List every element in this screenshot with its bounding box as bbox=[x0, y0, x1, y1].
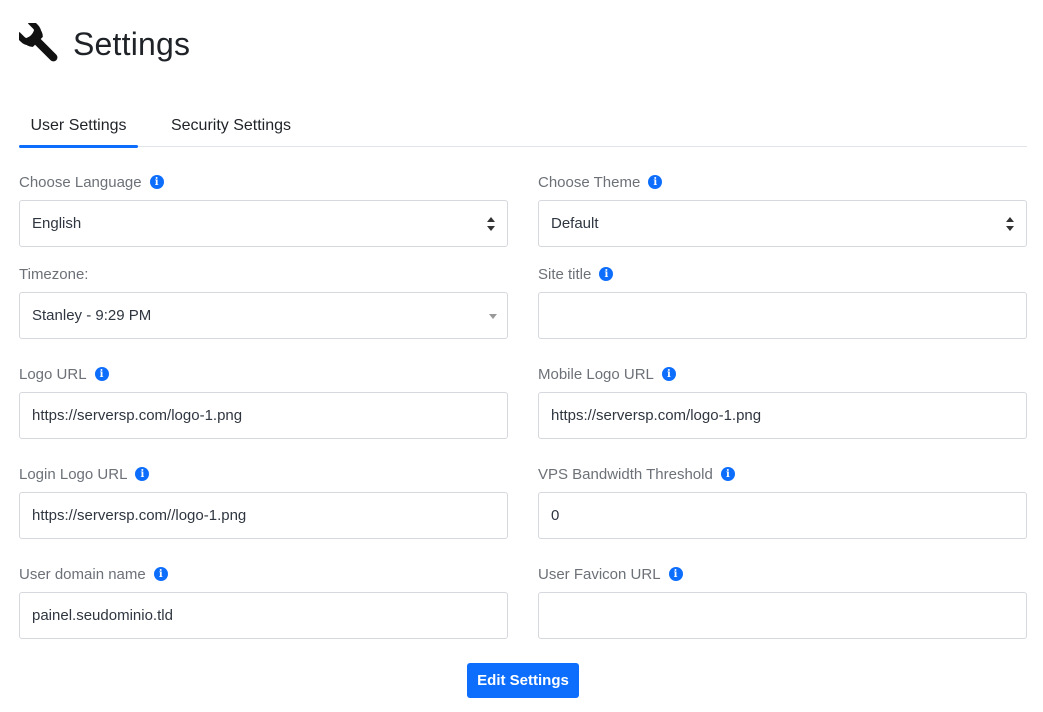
settings-tabs: User Settings Security Settings bbox=[19, 104, 1027, 148]
info-icon[interactable]: i bbox=[599, 267, 614, 281]
timezone-value: Stanley - 9:29 PM bbox=[32, 307, 152, 324]
language-value: English bbox=[32, 215, 82, 232]
logo-url-field: Logo URL i bbox=[19, 364, 508, 439]
login-logo-url-input[interactable] bbox=[19, 492, 508, 539]
info-icon[interactable]: i bbox=[149, 175, 164, 189]
mobile-logo-url-label: Mobile Logo URL bbox=[538, 365, 654, 383]
tab-security-settings[interactable]: Security Settings bbox=[158, 104, 304, 147]
theme-value: Default bbox=[551, 215, 599, 232]
site-title-input[interactable] bbox=[538, 292, 1027, 339]
theme-field: Choose Theme i Default bbox=[538, 172, 1027, 247]
select-arrows-icon bbox=[1006, 217, 1014, 231]
user-favicon-url-input[interactable] bbox=[538, 592, 1027, 639]
page-header: Settings bbox=[19, 23, 190, 65]
login-logo-url-field: Login Logo URL i bbox=[19, 464, 508, 539]
tab-user-settings[interactable]: User Settings bbox=[19, 104, 138, 148]
login-logo-url-label: Login Logo URL bbox=[19, 465, 128, 483]
edit-settings-button[interactable]: Edit Settings bbox=[467, 663, 579, 698]
chevron-down-icon bbox=[489, 314, 497, 319]
user-domain-name-field: User domain name i bbox=[19, 564, 508, 639]
info-icon[interactable]: i bbox=[661, 367, 676, 381]
info-icon[interactable]: i bbox=[648, 175, 663, 189]
vps-bandwidth-threshold-label: VPS Bandwidth Threshold bbox=[538, 465, 713, 483]
info-icon[interactable]: i bbox=[135, 467, 150, 481]
theme-label: Choose Theme bbox=[538, 173, 641, 191]
user-favicon-url-field: User Favicon URL i bbox=[538, 564, 1027, 639]
mobile-logo-url-input[interactable] bbox=[538, 392, 1027, 439]
vps-bandwidth-threshold-input[interactable] bbox=[538, 492, 1027, 539]
site-title-label: Site title bbox=[538, 265, 592, 283]
wrench-icon bbox=[19, 23, 58, 62]
page-title: Settings bbox=[73, 25, 191, 62]
language-field: Choose Language i English bbox=[19, 172, 508, 247]
select-arrows-icon bbox=[487, 217, 495, 231]
timezone-select[interactable]: Stanley - 9:29 PM bbox=[19, 292, 508, 339]
timezone-label: Timezone: bbox=[19, 265, 89, 283]
user-domain-name-label: User domain name bbox=[19, 565, 146, 583]
user-domain-name-input[interactable] bbox=[19, 592, 508, 639]
info-icon[interactable]: i bbox=[94, 367, 109, 381]
language-select[interactable]: English bbox=[19, 200, 508, 247]
info-icon[interactable]: i bbox=[668, 567, 683, 581]
theme-select[interactable]: Default bbox=[538, 200, 1027, 247]
language-label: Choose Language bbox=[19, 173, 142, 191]
vps-bandwidth-threshold-field: VPS Bandwidth Threshold i bbox=[538, 464, 1027, 539]
logo-url-input[interactable] bbox=[19, 392, 508, 439]
logo-url-label: Logo URL bbox=[19, 365, 87, 383]
mobile-logo-url-field: Mobile Logo URL i bbox=[538, 364, 1027, 439]
info-icon[interactable]: i bbox=[720, 467, 735, 481]
info-icon[interactable]: i bbox=[153, 567, 168, 581]
timezone-field: Timezone: Stanley - 9:29 PM bbox=[19, 264, 508, 339]
user-favicon-url-label: User Favicon URL bbox=[538, 565, 661, 583]
site-title-field: Site title i bbox=[538, 264, 1027, 339]
